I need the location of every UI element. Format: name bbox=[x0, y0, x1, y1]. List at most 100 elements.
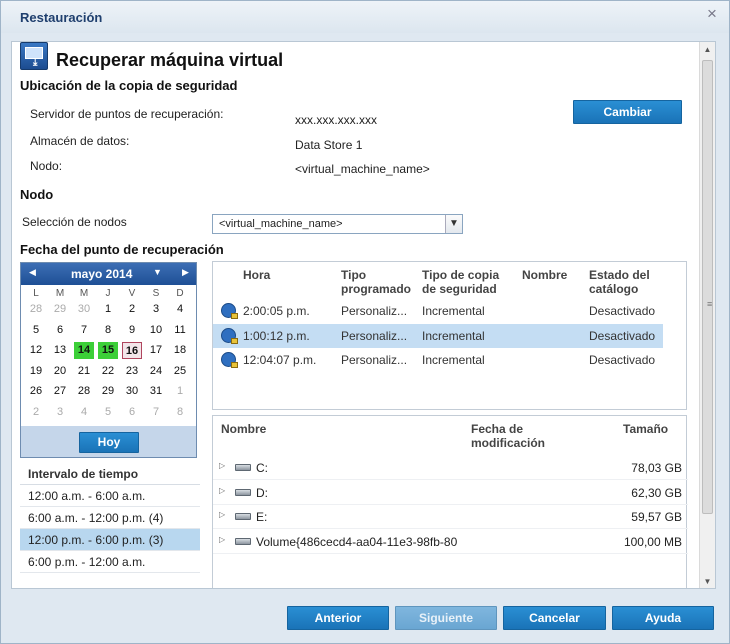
cell-catalog: Desactivado bbox=[589, 304, 656, 318]
table-row[interactable]: 12:04:07 p.m. Personaliz... Incremental Des… bbox=[213, 348, 663, 372]
col-header-modified-1[interactable]: Fecha de bbox=[471, 422, 523, 436]
interval-item[interactable]: 6:00 a.m. - 12:00 p.m. (4) bbox=[20, 507, 200, 529]
col-header-name[interactable]: Nombre bbox=[522, 268, 567, 282]
calendar-day[interactable]: 3 bbox=[50, 404, 70, 421]
interval-list: 12:00 a.m. - 6:00 a.m. 6:00 a.m. - 12:00… bbox=[20, 484, 200, 573]
calendar-day[interactable]: 14 bbox=[74, 342, 94, 359]
calendar-day[interactable]: 6 bbox=[50, 322, 70, 339]
change-button[interactable]: Cambiar bbox=[573, 100, 682, 124]
tree-row-size: 62,30 GB bbox=[631, 485, 682, 500]
calendar-weekday: M bbox=[79, 288, 89, 299]
table-row[interactable]: 2:00:05 p.m. Personaliz... Incremental Desa… bbox=[213, 299, 663, 323]
col-header-size[interactable]: Tamaño bbox=[623, 422, 668, 436]
node-value: <virtual_machine_name> bbox=[295, 162, 430, 176]
calendar-day[interactable]: 1 bbox=[98, 301, 118, 318]
calendar-day[interactable]: 22 bbox=[98, 363, 118, 380]
calendar-day[interactable]: 24 bbox=[146, 363, 166, 380]
calendar-day[interactable]: 17 bbox=[146, 342, 166, 359]
hard-disk-icon bbox=[235, 488, 251, 496]
datastore-label: Almacén de datos: bbox=[30, 134, 130, 148]
calendar-day[interactable]: 29 bbox=[50, 301, 70, 318]
cell-catalog: Desactivado bbox=[589, 353, 656, 367]
triangle-right-icon[interactable]: ▷ bbox=[219, 510, 225, 519]
scroll-thumb[interactable]: ≡ bbox=[702, 60, 713, 514]
calendar-day[interactable]: 5 bbox=[98, 404, 118, 421]
calendar-day[interactable]: 20 bbox=[50, 363, 70, 380]
tree-row[interactable]: ▷ C: 78,03 GB bbox=[213, 455, 688, 480]
calendar-day[interactable]: 30 bbox=[122, 383, 142, 400]
calendar-day[interactable]: 19 bbox=[26, 363, 46, 380]
calendar-day[interactable]: 7 bbox=[146, 404, 166, 421]
calendar-day[interactable]: 6 bbox=[122, 404, 142, 421]
triangle-right-icon[interactable]: ▶ bbox=[182, 267, 189, 278]
calendar-day[interactable]: 5 bbox=[26, 322, 46, 339]
calendar-day[interactable]: 25 bbox=[170, 363, 190, 380]
next-button[interactable]: Siguiente bbox=[395, 606, 497, 630]
cell-backup-type: Incremental bbox=[422, 353, 485, 367]
calendar-day[interactable]: 27 bbox=[50, 383, 70, 400]
close-icon[interactable]: × bbox=[703, 5, 721, 23]
calendar-day[interactable]: 18 bbox=[170, 342, 190, 359]
interval-title: Intervalo de tiempo bbox=[28, 467, 139, 481]
calendar-day[interactable]: 31 bbox=[146, 383, 166, 400]
calendar-day[interactable]: 28 bbox=[26, 301, 46, 318]
scroll-up-icon[interactable]: ▲ bbox=[700, 42, 715, 58]
col-header-name[interactable]: Nombre bbox=[221, 422, 266, 436]
calendar-day[interactable]: 1 bbox=[170, 383, 190, 400]
triangle-down-icon[interactable]: ▼ bbox=[153, 267, 162, 277]
calendar-day[interactable]: 11 bbox=[170, 322, 190, 339]
col-header-scheduled-2: programado bbox=[341, 282, 412, 296]
calendar-day[interactable]: 21 bbox=[74, 363, 94, 380]
interval-item[interactable]: 12:00 a.m. - 6:00 a.m. bbox=[20, 485, 200, 507]
scroll-down-icon[interactable]: ▼ bbox=[700, 574, 715, 588]
table-row[interactable]: 1:00:12 p.m. Personaliz... Incremental Desa… bbox=[213, 323, 663, 348]
tree-row[interactable]: ▷ Volume{486cecd4-aa04-11e3-98fb-80 100,00… bbox=[213, 529, 688, 554]
calendar-day[interactable]: 29 bbox=[98, 383, 118, 400]
calendar-day[interactable]: 2 bbox=[122, 301, 142, 318]
interval-item[interactable]: 6:00 p.m. - 12:00 a.m. bbox=[20, 551, 200, 573]
calendar-day[interactable]: 3 bbox=[146, 301, 166, 318]
calendar-day[interactable]: 30 bbox=[74, 301, 94, 318]
calendar-day[interactable]: 4 bbox=[74, 404, 94, 421]
cancel-button[interactable]: Cancelar bbox=[503, 606, 606, 630]
col-header-backup-type-1[interactable]: Tipo de copia bbox=[422, 268, 499, 282]
triangle-left-icon[interactable]: ◀ bbox=[29, 267, 36, 278]
calendar-day[interactable]: 4 bbox=[170, 301, 190, 318]
today-button[interactable]: Hoy bbox=[79, 432, 139, 453]
back-button[interactable]: Anterior bbox=[287, 606, 389, 630]
interval-item-selected[interactable]: 12:00 p.m. - 6:00 p.m. (3) bbox=[20, 529, 200, 551]
calendar-day[interactable]: 9 bbox=[122, 322, 142, 339]
calendar-weekday: M bbox=[55, 288, 65, 299]
triangle-right-icon[interactable]: ▷ bbox=[219, 461, 225, 470]
col-header-catalog-1[interactable]: Estado del bbox=[589, 268, 650, 282]
calendar-day[interactable]: 23 bbox=[122, 363, 142, 380]
calendar-day[interactable]: 15 bbox=[98, 342, 118, 359]
calendar-day[interactable]: 2 bbox=[26, 404, 46, 421]
calendar-day[interactable]: 8 bbox=[170, 404, 190, 421]
chevron-down-icon[interactable]: ▼ bbox=[445, 215, 462, 233]
node-select[interactable]: <virtual_machine_name> ▼ bbox=[212, 214, 463, 234]
calendar-day[interactable]: 26 bbox=[26, 383, 46, 400]
tree-row-name: C: bbox=[256, 461, 268, 475]
triangle-right-icon[interactable]: ▷ bbox=[219, 535, 225, 544]
col-header-backup-type-2: de seguridad bbox=[422, 282, 497, 296]
col-header-scheduled-1[interactable]: Tipo bbox=[341, 268, 366, 282]
tree-row[interactable]: ▷ E: 59,57 GB bbox=[213, 504, 688, 529]
title-bar[interactable]: Restauración × bbox=[1, 1, 729, 33]
calendar-day[interactable]: 13 bbox=[50, 342, 70, 359]
cell-scheduled: Personaliz... bbox=[341, 328, 408, 343]
calendar-day[interactable]: 8 bbox=[98, 322, 118, 339]
calendar-day[interactable]: 16 bbox=[122, 342, 142, 359]
help-button[interactable]: Ayuda bbox=[612, 606, 714, 630]
calendar-day[interactable]: 28 bbox=[74, 383, 94, 400]
calendar-day[interactable]: 7 bbox=[74, 322, 94, 339]
tree-row[interactable]: ▷ D: 62,30 GB bbox=[213, 480, 688, 505]
vertical-scrollbar[interactable]: ▲ ≡ ▼ bbox=[699, 42, 715, 588]
calendar-day[interactable]: 10 bbox=[146, 322, 166, 339]
calendar-day[interactable]: 12 bbox=[26, 342, 46, 359]
window-title: Restauración bbox=[20, 10, 103, 25]
col-header-time[interactable]: Hora bbox=[243, 268, 270, 282]
triangle-right-icon[interactable]: ▷ bbox=[219, 486, 225, 495]
calendar-month-label[interactable]: mayo 2014 bbox=[71, 267, 132, 281]
datastore-value: Data Store 1 bbox=[295, 138, 363, 152]
